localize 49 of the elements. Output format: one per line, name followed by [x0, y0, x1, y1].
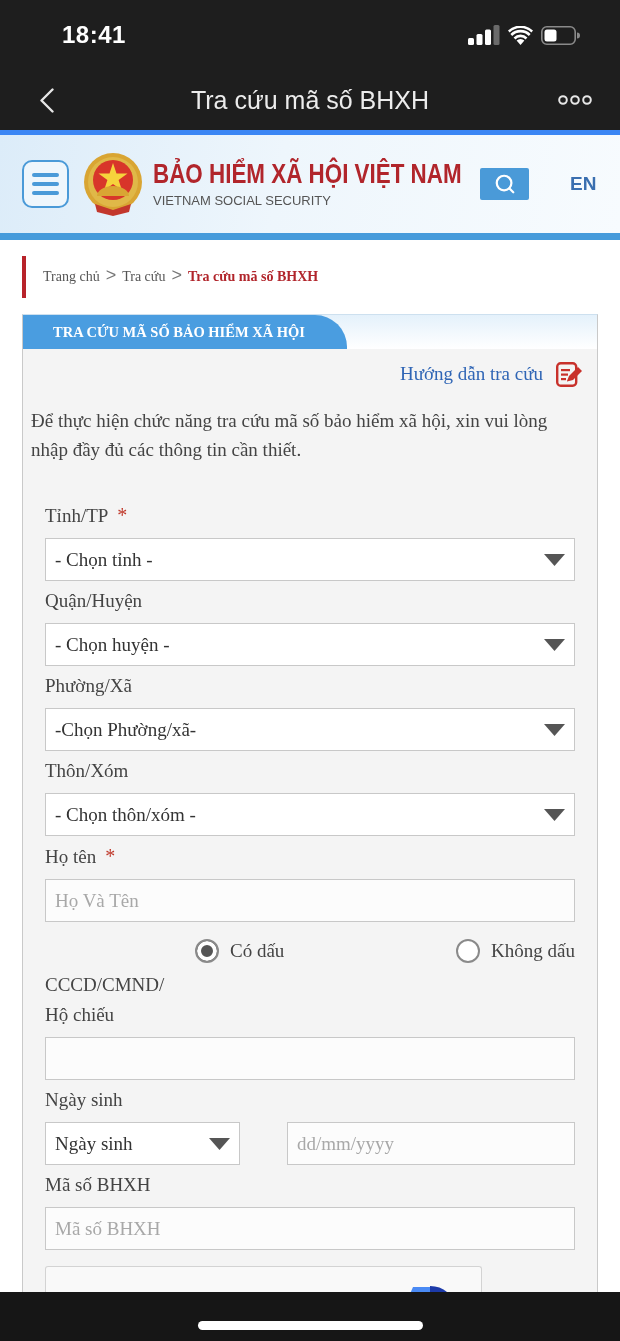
dropdown-field[interactable]: - Chọn huyện -	[45, 623, 575, 666]
emblem-icon	[83, 152, 143, 216]
status-time: 18:41	[62, 21, 126, 49]
breadcrumb-link[interactable]: Tra cứu	[122, 269, 166, 285]
field-label: Tỉnh/TP *	[45, 503, 128, 528]
intro-text: Để thực hiện chức năng tra cứu mã số bảo hiểm xã hội, xin vui lòng nhập đầy đủ các thông tin cần thiết.	[31, 409, 549, 462]
site-subtitle: VIETNAM SOCIAL SECURITY	[153, 192, 331, 210]
caret-icon	[544, 638, 565, 651]
edit-icon	[556, 361, 582, 387]
menu-icon	[32, 173, 59, 195]
field-label: Họ tên *	[45, 844, 116, 869]
breadcrumb-current[interactable]: Tra cứu mã số BHXH	[187, 269, 319, 285]
text-input[interactable]	[45, 1037, 575, 1080]
caret-icon	[544, 553, 565, 566]
signal-icon	[468, 25, 500, 45]
radio-option[interactable]: Không dấu	[456, 939, 575, 963]
date-input[interactable]: dd/mm/yyyy	[287, 1122, 575, 1165]
caret-icon	[544, 808, 565, 821]
site-title: BẢO HIỂM XÃ HỘI VIỆT NAM	[153, 158, 462, 190]
dropdown-field[interactable]: - Chọn thôn/xóm -	[45, 793, 575, 836]
caret-icon	[209, 1137, 230, 1150]
wifi-icon	[508, 25, 533, 45]
menu-button[interactable]	[22, 160, 69, 208]
field-label: Quận/Huyện	[45, 589, 143, 613]
field-label: Thôn/Xóm	[45, 759, 129, 783]
battery-icon	[541, 25, 580, 45]
field-label: CCCD/CMND/ Hộ chiếu	[45, 973, 165, 1027]
dropdown-field[interactable]: -Chọn Phường/xã-	[45, 708, 575, 751]
field-label: Mã số BHXH	[45, 1173, 151, 1197]
section-heading: TRA CỨU MÃ SỐ BẢO HIỂM XÃ HỘI	[23, 315, 347, 349]
search-icon	[493, 173, 516, 195]
radio-option[interactable]: Có dấu	[195, 939, 285, 963]
help-link[interactable]: Hướng dẫn tra cứu	[399, 361, 582, 387]
dropdown-field[interactable]: - Chọn tỉnh -	[45, 538, 575, 581]
language-link[interactable]: EN	[570, 173, 597, 195]
dropdown-field[interactable]: Ngày sinh	[45, 1122, 240, 1165]
back-icon[interactable]	[40, 87, 54, 113]
page-title: Tra cứu mã số BHXH	[189, 85, 431, 115]
text-input[interactable]: Mã số BHXH	[45, 1207, 575, 1250]
more-icon[interactable]	[558, 95, 592, 105]
field-label: Phường/Xã	[45, 674, 132, 698]
breadcrumb-separator: >	[171, 266, 182, 284]
text-input[interactable]: Họ Và Tên	[45, 879, 575, 922]
field-label: Ngày sinh	[45, 1088, 123, 1112]
accent-bar	[22, 256, 26, 298]
breadcrumb-link[interactable]: Trang chủ	[43, 269, 100, 285]
breadcrumb-separator: >	[105, 266, 117, 284]
caret-icon	[544, 723, 565, 736]
search-button[interactable]	[480, 168, 529, 200]
